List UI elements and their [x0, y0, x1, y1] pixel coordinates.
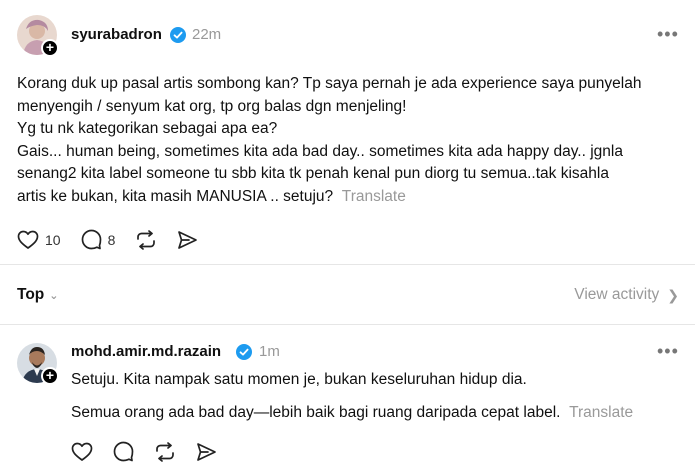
verified-badge-icon: [170, 27, 186, 43]
share-button[interactable]: [177, 230, 198, 250]
repost-icon: [156, 441, 174, 462]
translate-link[interactable]: Translate: [342, 188, 406, 205]
chevron-right-icon: ❯: [667, 286, 679, 303]
follow-plus-icon[interactable]: +: [41, 39, 59, 57]
heart-icon: [17, 230, 39, 249]
post-line: Gais... human being, sometimes kita ada …: [17, 142, 623, 160]
repost-button[interactable]: [135, 229, 157, 250]
reply-line-wrap: Semua orang ada bad day—lebih baik bagi …: [71, 402, 633, 425]
send-icon: [197, 442, 216, 461]
reply-line: Setuju. Kita nampak satu momen je, bukan…: [71, 371, 527, 388]
more-dots-icon[interactable]: •••: [657, 341, 679, 362]
post-line: senang2 kita label someone tu sbb kita t…: [17, 165, 609, 182]
follow-plus-icon[interactable]: +: [41, 367, 59, 385]
post-line: menyengih / senyum kat org, tp org balas…: [17, 97, 407, 115]
sort-dropdown[interactable]: Top ⌄: [17, 286, 58, 304]
post-time: 22m: [192, 26, 222, 43]
reply-username[interactable]: mohd.amir.md.razain: [71, 343, 221, 360]
view-activity-link[interactable]: View activity ❯: [574, 286, 679, 304]
like-count: 10: [45, 231, 61, 248]
divider: [0, 324, 695, 325]
sort-label: Top: [17, 286, 45, 303]
repost-icon: [137, 229, 156, 250]
post-line: artis ke bukan, kita masih MANUSIA .. se…: [17, 187, 334, 205]
speech-bubble-icon: [81, 229, 101, 250]
reply-time: 1m: [259, 343, 280, 360]
post-username[interactable]: syurabadron: [71, 26, 162, 43]
post-line: Yg tu nk kategorikan sebagai apa ea?: [17, 120, 278, 137]
reply-button[interactable]: [113, 441, 134, 462]
verified-badge-icon: [236, 344, 252, 360]
post-actions: 10 8: [17, 229, 218, 250]
send-icon: [178, 230, 198, 249]
share-button[interactable]: [196, 442, 217, 462]
reply-actions: [71, 441, 237, 462]
chevron-down-icon: ⌄: [49, 289, 59, 302]
like-button[interactable]: [71, 442, 93, 462]
divider: [0, 264, 695, 265]
reply-body: Setuju. Kita nampak satu momen je, bukan…: [71, 369, 527, 392]
like-button[interactable]: 10: [17, 230, 61, 250]
post-line: Korang duk up pasal artis sombong kan? T…: [17, 75, 642, 92]
reply-button[interactable]: 8: [81, 229, 116, 250]
repost-button[interactable]: [154, 441, 176, 462]
post-body: Korang duk up pasal artis sombong kan? T…: [17, 73, 641, 208]
translate-link[interactable]: Translate: [569, 404, 633, 421]
more-dots-icon[interactable]: •••: [657, 24, 679, 45]
view-activity-label: View activity: [574, 286, 660, 303]
reply-count: 8: [107, 231, 116, 248]
heart-icon: [71, 442, 93, 461]
speech-bubble-icon: [113, 441, 134, 462]
reply-body: Semua orang ada bad day—lebih baik bagi …: [71, 402, 633, 425]
post-line-last: artis ke bukan, kita masih MANUSIA .. se…: [17, 186, 641, 209]
reply-line: Semua orang ada bad day—lebih baik bagi …: [71, 404, 561, 421]
